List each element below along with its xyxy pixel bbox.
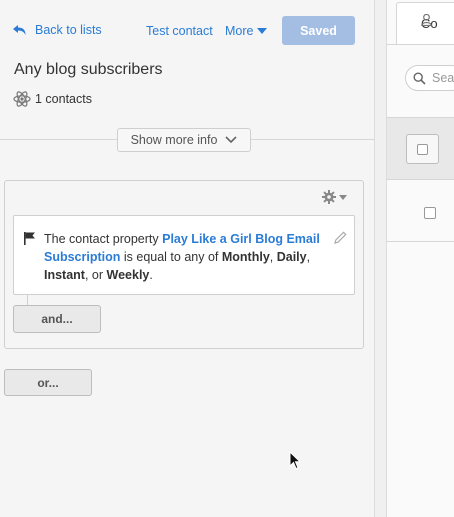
list-title: Any blog subscribers (14, 61, 163, 78)
or-button[interactable]: or... (4, 369, 92, 396)
gear-icon (322, 190, 336, 204)
condition-value: Weekly (106, 268, 150, 282)
caret-down-icon (339, 194, 347, 200)
search-placeholder: Sea (432, 71, 454, 85)
filter-condition-text: The contact property Play Like a Girl Bl… (44, 230, 324, 284)
condition-value: Instant (44, 268, 85, 282)
separator: , or (84, 268, 107, 282)
condition-value: Daily (276, 250, 307, 264)
separator: , (306, 250, 311, 264)
show-more-info-button[interactable]: Show more info (117, 128, 251, 152)
table-row-divider (387, 241, 454, 242)
person-icon (421, 14, 432, 26)
more-label: More (225, 24, 254, 38)
pencil-icon[interactable] (334, 231, 347, 244)
connector-line (27, 295, 28, 305)
more-dropdown[interactable]: More (225, 24, 268, 38)
filter-settings-menu[interactable] (322, 190, 347, 204)
back-arrow-icon (13, 24, 26, 35)
condition-value: Monthly (221, 250, 270, 264)
contacts-count: 1 contacts (13, 90, 92, 108)
saved-button[interactable]: Saved (282, 16, 355, 45)
mouse-cursor-icon (289, 451, 301, 470)
and-button[interactable]: and... (13, 305, 101, 333)
pane-gap (375, 0, 386, 517)
back-to-lists-label: Back to lists (35, 23, 102, 37)
caret-down-icon (257, 28, 268, 34)
separator: , (269, 250, 277, 264)
condition-suffix: . (149, 268, 153, 282)
contacts-count-label: 1 contacts (35, 92, 92, 106)
flag-icon (24, 232, 35, 245)
back-to-lists-link[interactable]: Back to lists (13, 23, 102, 37)
condition-prefix: The contact property (44, 232, 163, 246)
select-all-checkbox[interactable] (406, 134, 439, 164)
test-contact-link[interactable]: Test contact (146, 24, 213, 38)
condition-operator: is equal to any of (120, 250, 222, 264)
row-checkbox[interactable] (424, 207, 436, 219)
checkbox-box (417, 143, 428, 155)
search-icon (413, 72, 426, 85)
tab-underline (387, 44, 454, 45)
atom-icon (13, 91, 31, 107)
show-more-info-label: Show more info (130, 133, 218, 147)
chevron-down-icon (225, 136, 237, 144)
